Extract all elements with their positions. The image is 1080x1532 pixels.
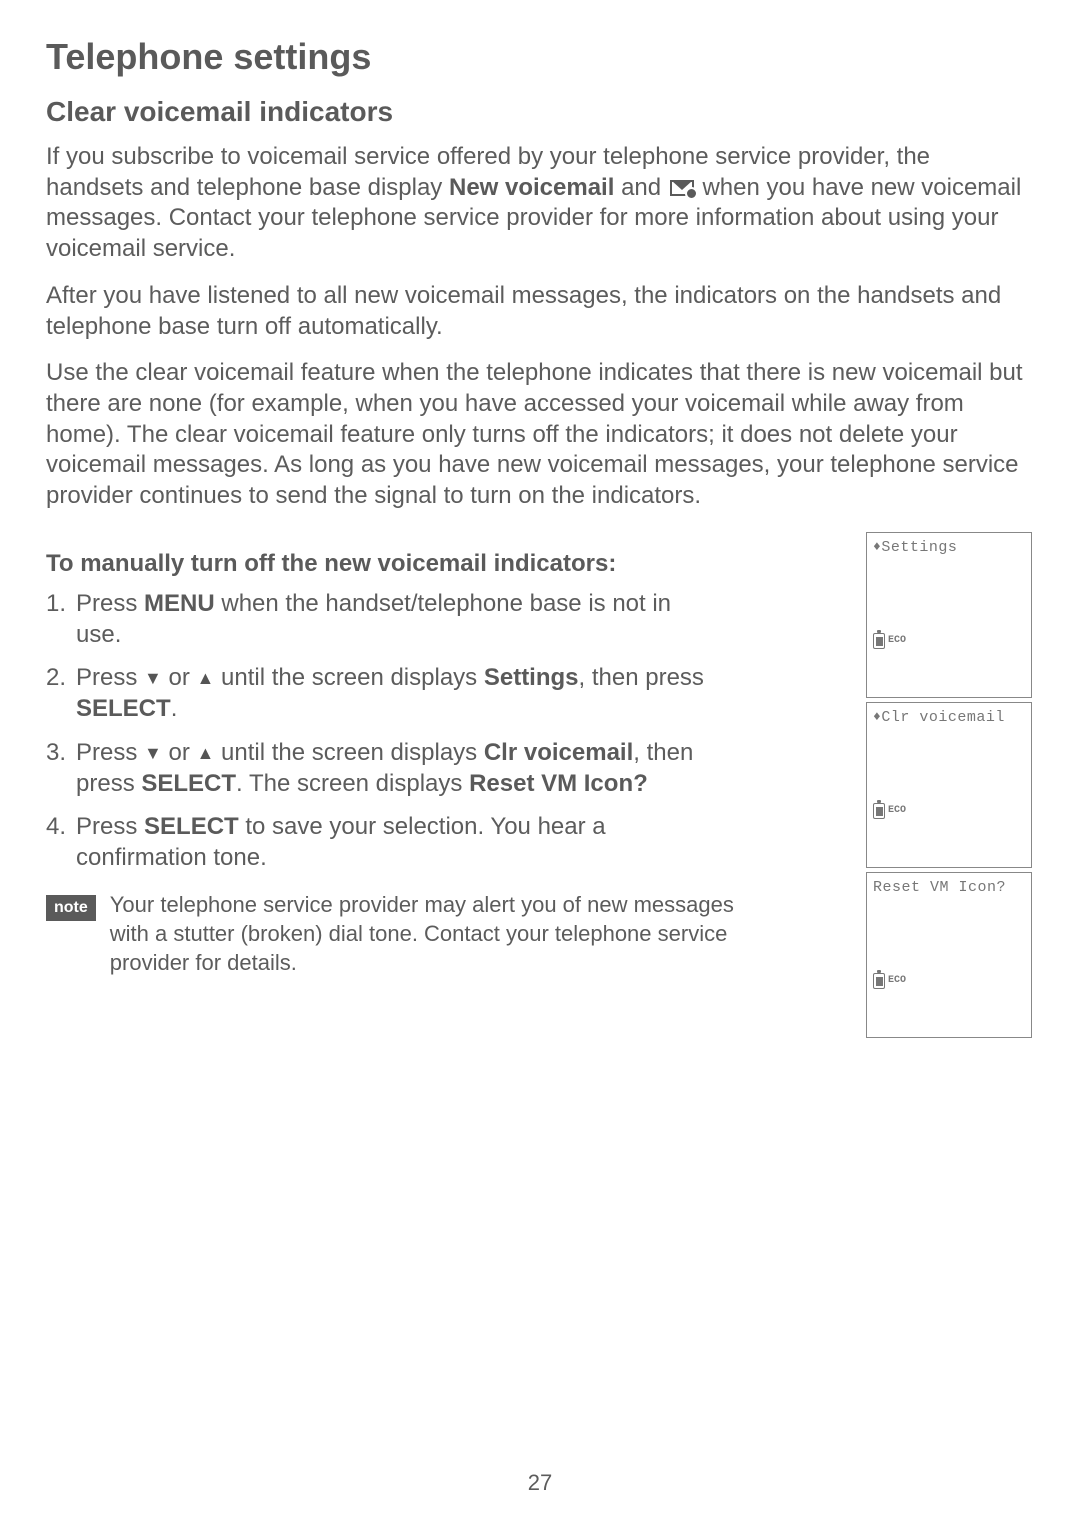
para1-text-b: and [614, 174, 667, 201]
steps-list: Press MENU when the handset/telephone ba… [46, 588, 848, 874]
select-key-2: SELECT [141, 770, 236, 797]
step3-e: . The screen displays [236, 770, 469, 797]
eco-label: ECO [888, 635, 906, 646]
step3-a: Press [76, 739, 144, 766]
new-voicemail-label: New voicemail [449, 174, 614, 201]
step-2: Press ▼ or ▲ until the screen displays S… [46, 662, 706, 724]
battery-icon [873, 633, 885, 649]
step-4: Press SELECT to save your selection. You… [46, 811, 706, 873]
step4-a: Press [76, 813, 144, 840]
page-title: Telephone settings [46, 36, 1034, 78]
envelope-icon [670, 180, 694, 196]
up-arrow-icon-2: ▲ [197, 742, 215, 765]
down-arrow-icon: ▼ [144, 667, 162, 690]
screen-clr-voicemail: ♦Clr voicemail ECO [866, 702, 1032, 868]
step2-b: or [162, 664, 197, 691]
paragraph-1: If you subscribe to voicemail service of… [46, 142, 1034, 265]
note-text: Your telephone service provider may aler… [110, 891, 746, 977]
section-heading: Clear voicemail indicators [46, 96, 1034, 128]
battery-icon-3 [873, 973, 885, 989]
select-key-3: SELECT [144, 813, 239, 840]
step3-c: until the screen displays [214, 739, 483, 766]
steps-heading: To manually turn off the new voicemail i… [46, 550, 848, 578]
step-1: Press MENU when the handset/telephone ba… [46, 588, 706, 650]
paragraph-2: After you have listened to all new voice… [46, 281, 1034, 342]
screen-reset-vm: Reset VM Icon? ECO [866, 872, 1032, 1038]
step2-d: , then press [579, 664, 704, 691]
battery-icon-2 [873, 803, 885, 819]
note-badge: note [46, 895, 96, 921]
screen2-text: Clr voicemail [881, 709, 1005, 726]
reset-vm-icon-label: Reset VM Icon? [469, 770, 648, 797]
step2-a: Press [76, 664, 144, 691]
clr-voicemail-label: Clr voicemail [484, 739, 633, 766]
menu-key: MENU [144, 590, 215, 617]
paragraph-3: Use the clear voicemail feature when the… [46, 358, 1034, 512]
up-arrow-icon: ▲ [197, 667, 215, 690]
note-block: note Your telephone service provider may… [46, 891, 746, 977]
eco-label-3: ECO [888, 975, 906, 986]
eco-label-2: ECO [888, 805, 906, 816]
screen1-text: Settings [881, 539, 957, 556]
down-arrow-icon-2: ▼ [144, 742, 162, 765]
select-key-1: SELECT [76, 695, 171, 722]
page-number: 27 [0, 1470, 1080, 1496]
step1-a: Press [76, 590, 144, 617]
lcd-screens: ♦Settings ECO ♦Clr voicemail ECO Reset V… [866, 532, 1034, 1038]
step2-c: until the screen displays [214, 664, 483, 691]
step-3: Press ▼ or ▲ until the screen displays C… [46, 737, 706, 799]
step2-e: . [171, 695, 178, 722]
step3-b: or [162, 739, 197, 766]
screen3-text: Reset VM Icon? [873, 879, 1006, 896]
screen-settings: ♦Settings ECO [866, 532, 1032, 698]
settings-label: Settings [484, 664, 579, 691]
